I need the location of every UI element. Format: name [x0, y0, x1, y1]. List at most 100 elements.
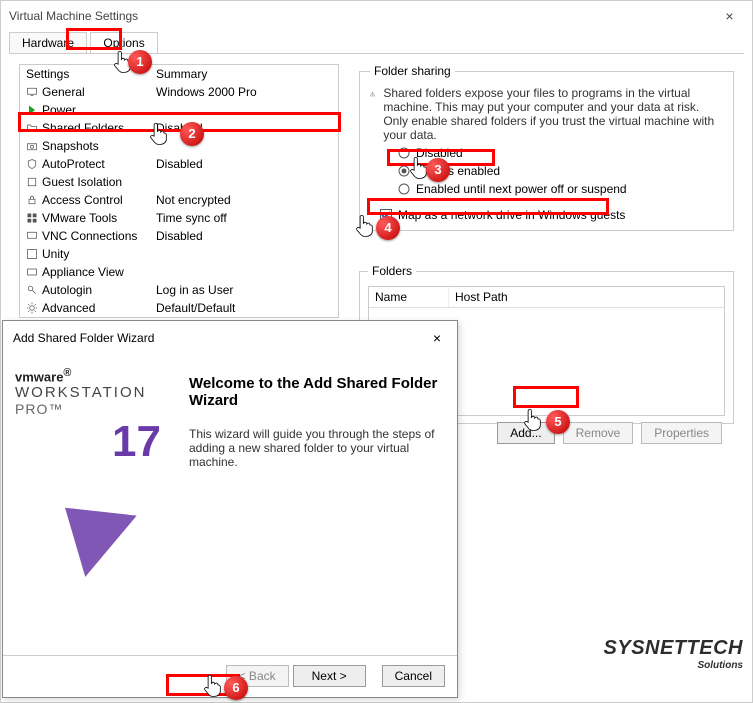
- row-label: Guest Isolation: [42, 173, 122, 191]
- row-summary: [150, 245, 338, 263]
- row-access-control[interactable]: Access Control Not encrypted: [20, 191, 338, 209]
- tools-icon: [26, 212, 38, 224]
- watermark-sub: Solutions: [604, 660, 743, 671]
- add-shared-folder-wizard: Add Shared Folder Wizard × vmware® WORKS…: [2, 320, 458, 698]
- unity-icon: [26, 248, 38, 260]
- tab-options[interactable]: Options: [90, 32, 157, 53]
- radio-label: Enabled until next power off or suspend: [416, 182, 627, 196]
- row-summary: Disabled: [150, 155, 338, 173]
- row-label: Snapshots: [42, 137, 99, 155]
- row-summary: Not encrypted: [150, 191, 338, 209]
- wizard-brand-panel: vmware® WORKSTATION PRO™ 17: [3, 355, 173, 655]
- watermark-main: SYSNETTECH: [604, 637, 743, 659]
- row-summary: [150, 101, 338, 119]
- row-summary: [150, 173, 338, 191]
- row-power[interactable]: Power: [20, 101, 338, 119]
- cancel-button[interactable]: Cancel: [382, 665, 445, 687]
- row-unity[interactable]: Unity: [20, 245, 338, 263]
- folder-sharing-group: Folder sharing Shared folders expose you…: [359, 64, 734, 231]
- settings-list-header: Settings Summary: [20, 65, 338, 83]
- radio-icon: [398, 165, 410, 177]
- properties-button: Properties: [641, 422, 722, 444]
- radio-label: Always enabled: [416, 164, 500, 178]
- warning-text: Shared folders expose your files to prog…: [383, 86, 723, 142]
- tabs: Hardware Options: [9, 31, 752, 53]
- folders-table-header: Name Host Path: [369, 287, 724, 308]
- folders-legend: Folders: [368, 264, 416, 278]
- settings-list: Settings Summary General Windows 2000 Pr…: [19, 64, 339, 318]
- brand-text: vmware® WORKSTATION PRO™: [15, 367, 161, 417]
- radio-label: Disabled: [416, 146, 463, 160]
- folder-sharing-legend: Folder sharing: [370, 64, 455, 78]
- row-label: Autologin: [42, 281, 92, 299]
- row-advanced[interactable]: Advanced Default/Default: [20, 299, 338, 317]
- row-appliance-view[interactable]: Appliance View: [20, 263, 338, 281]
- wizard-titlebar: Add Shared Folder Wizard ×: [3, 321, 457, 355]
- brand-line2: WORKSTATION: [15, 384, 161, 401]
- watermark: SYSNETTECH Solutions: [604, 637, 743, 671]
- row-summary: Disabled: [150, 119, 338, 137]
- checkbox-icon: [380, 209, 392, 221]
- shield-icon: [26, 158, 38, 170]
- row-summary: [150, 137, 338, 155]
- brand-graphic: [39, 477, 136, 577]
- row-summary: Windows 2000 Pro: [150, 83, 338, 101]
- brand-line3: PRO™: [15, 401, 161, 417]
- row-label: General: [42, 83, 85, 101]
- row-label: VNC Connections: [42, 227, 137, 245]
- warning-icon: [370, 86, 375, 102]
- row-summary: Time sync off: [150, 209, 338, 227]
- window-title: Virtual Machine Settings: [9, 9, 138, 23]
- row-autoprotect[interactable]: AutoProtect Disabled: [20, 155, 338, 173]
- key-icon: [26, 284, 38, 296]
- wizard-footer: < Back Next > Cancel: [3, 655, 457, 695]
- brand-version: 17: [15, 417, 161, 467]
- wizard-title: Add Shared Folder Wizard: [13, 331, 154, 345]
- camera-icon: [26, 140, 38, 152]
- wizard-description: This wizard will guide you through the s…: [189, 427, 441, 469]
- add-button[interactable]: Add...: [497, 422, 554, 444]
- radio-always-enabled[interactable]: Always enabled: [398, 164, 723, 178]
- tab-hardware[interactable]: Hardware: [9, 32, 87, 53]
- radio-icon: [398, 147, 410, 159]
- appliance-icon: [26, 266, 38, 278]
- col-name: Name: [369, 287, 449, 307]
- row-vmware-tools[interactable]: VMware Tools Time sync off: [20, 209, 338, 227]
- vnc-icon: [26, 230, 38, 242]
- row-shared-folders[interactable]: Shared Folders Disabled: [20, 119, 338, 137]
- row-label: Shared Folders: [42, 119, 124, 137]
- row-label: VMware Tools: [42, 209, 117, 227]
- col-host-path: Host Path: [449, 287, 514, 307]
- radio-until-poweroff[interactable]: Enabled until next power off or suspend: [398, 182, 723, 196]
- gear-icon: [26, 302, 38, 314]
- folder-icon: [26, 122, 38, 134]
- row-vnc[interactable]: VNC Connections Disabled: [20, 227, 338, 245]
- row-guest-isolation[interactable]: Guest Isolation: [20, 173, 338, 191]
- next-button[interactable]: Next >: [293, 665, 366, 687]
- row-autologin[interactable]: Autologin Log in as User: [20, 281, 338, 299]
- row-general[interactable]: General Windows 2000 Pro: [20, 83, 338, 101]
- row-label: AutoProtect: [42, 155, 105, 173]
- lock-icon: [26, 194, 38, 206]
- wizard-content-panel: Welcome to the Add Shared Folder Wizard …: [173, 355, 457, 655]
- header-settings: Settings: [20, 65, 150, 83]
- check-map-network-drive[interactable]: Map as a network drive in Windows guests: [380, 208, 723, 222]
- folders-buttons: Add... Remove Properties: [497, 422, 722, 444]
- monitor-icon: [26, 86, 38, 98]
- row-snapshots[interactable]: Snapshots: [20, 137, 338, 155]
- close-icon[interactable]: ×: [417, 321, 457, 355]
- close-icon[interactable]: ×: [707, 1, 752, 31]
- brand-line1: vmware®: [15, 367, 161, 384]
- header-summary: Summary: [150, 65, 338, 83]
- wizard-body: vmware® WORKSTATION PRO™ 17 Welcome to t…: [3, 355, 457, 655]
- titlebar: Virtual Machine Settings ×: [1, 1, 752, 31]
- radio-disabled[interactable]: Disabled: [398, 146, 723, 160]
- row-label: Power: [42, 101, 76, 119]
- row-label: Appliance View: [42, 263, 124, 281]
- row-summary: Default/Default: [150, 299, 338, 317]
- isolation-icon: [26, 176, 38, 188]
- wizard-heading: Welcome to the Add Shared Folder Wizard: [189, 375, 441, 409]
- row-label: Advanced: [42, 299, 95, 317]
- check-label: Map as a network drive in Windows guests: [398, 208, 625, 222]
- row-label: Unity: [42, 245, 69, 263]
